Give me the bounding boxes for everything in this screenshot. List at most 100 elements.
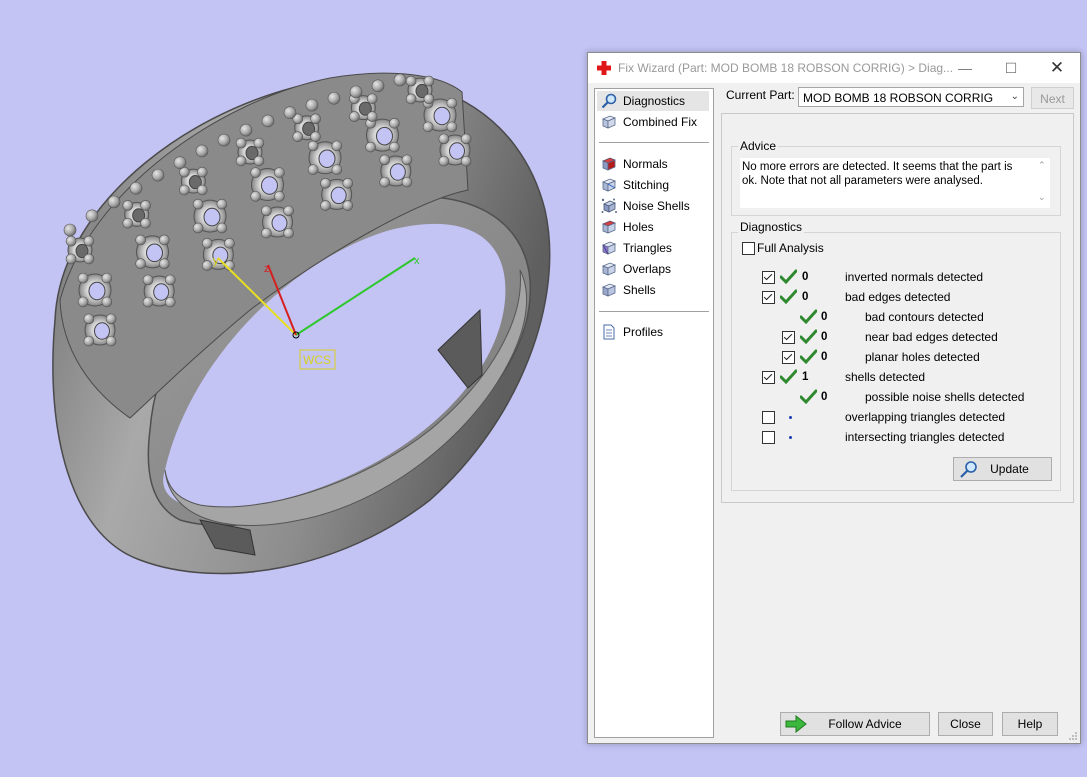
full-analysis-checkbox[interactable] xyxy=(742,242,755,255)
magnifier-icon xyxy=(601,93,617,109)
nav-item-stitching[interactable]: Stitching xyxy=(597,175,709,195)
scroll-up-icon[interactable]: ⌃ xyxy=(1038,160,1046,171)
bead xyxy=(274,191,285,202)
bead xyxy=(261,205,272,217)
nav-item-combined-fix[interactable]: Combined Fix xyxy=(597,112,709,132)
bead xyxy=(235,155,247,167)
bad-edges-checkbox[interactable] xyxy=(762,291,775,304)
nav-item-shells[interactable]: Shells xyxy=(597,280,709,300)
bead xyxy=(224,237,235,249)
bead xyxy=(173,156,187,169)
resize-grip-icon[interactable] xyxy=(1068,731,1078,741)
bead xyxy=(63,223,77,237)
noise-shells-icon xyxy=(601,198,617,213)
overlaps-cube-icon xyxy=(601,262,617,276)
intersecting-triangles-checkbox[interactable] xyxy=(762,431,775,444)
next-button[interactable]: Next xyxy=(1031,87,1074,109)
nav-label: Normals xyxy=(623,157,668,171)
inverted-normals-checkbox[interactable] xyxy=(762,271,775,284)
overlapping-triangles-checkbox[interactable] xyxy=(762,411,775,424)
close-window-button[interactable]: ✕ xyxy=(1034,53,1080,83)
planar-holes-checkbox[interactable] xyxy=(782,351,795,364)
shells-cube-icon xyxy=(601,283,617,297)
nav-item-normals[interactable]: Normals xyxy=(597,154,709,174)
diag-label: inverted normals detected xyxy=(845,270,984,284)
gem-hole xyxy=(389,163,406,181)
bead xyxy=(253,155,265,167)
document-icon xyxy=(603,324,615,340)
bead xyxy=(460,133,472,145)
wizard-nav: Diagnostics Combined Fix Normals Stitchi… xyxy=(594,88,714,738)
gem-hole xyxy=(203,207,221,227)
nav-item-triangles[interactable]: Triangles xyxy=(597,238,709,258)
bead xyxy=(217,133,231,147)
bead xyxy=(151,168,165,182)
bead xyxy=(401,154,413,166)
gem-hole xyxy=(88,281,106,301)
bead xyxy=(274,167,285,178)
minimize-button[interactable]: — xyxy=(942,53,988,83)
bead xyxy=(195,144,209,158)
gem-hole xyxy=(271,214,288,232)
bead xyxy=(283,205,294,217)
bead xyxy=(366,111,378,122)
nav-label: Combined Fix xyxy=(623,115,698,129)
bead xyxy=(250,191,261,202)
maximize-button[interactable]: ☐ xyxy=(988,53,1034,83)
nav-label: Profiles xyxy=(623,325,664,339)
bead xyxy=(305,98,319,112)
follow-advice-button[interactable]: Follow Advice xyxy=(780,712,930,736)
triangles-cube-icon xyxy=(601,241,617,255)
bead xyxy=(159,258,170,270)
bead xyxy=(77,296,89,308)
diag-label: near bad edges detected xyxy=(865,330,998,344)
bead xyxy=(196,166,208,178)
window-title: Fix Wizard (Part: MOD BOMB 18 ROBSON COR… xyxy=(618,61,954,75)
advice-textbox[interactable]: No more errors are detected. It seems th… xyxy=(740,158,1050,208)
update-label: Update xyxy=(990,462,1029,476)
update-button[interactable]: Update xyxy=(953,457,1052,481)
bead xyxy=(105,313,117,325)
chevron-down-icon: ⌄ xyxy=(1010,91,1019,102)
advice-scrollbar[interactable]: ⌃ ⌄ xyxy=(1036,158,1050,208)
bead xyxy=(283,227,294,239)
bead xyxy=(142,274,154,286)
diag-count: 0 xyxy=(821,331,828,343)
stitching-cube-icon xyxy=(601,178,617,192)
scroll-down-icon[interactable]: ⌄ xyxy=(1038,192,1046,203)
bead xyxy=(165,296,176,308)
cube-icon xyxy=(601,115,617,129)
close-button[interactable]: Close xyxy=(938,712,993,736)
bead xyxy=(405,93,417,105)
bead xyxy=(253,137,265,149)
bead xyxy=(101,296,113,308)
bead xyxy=(83,253,95,265)
current-part-label: Current Part: xyxy=(726,88,795,102)
nav-item-diagnostics[interactable]: Diagnostics xyxy=(597,91,709,111)
bead xyxy=(405,75,417,87)
bead xyxy=(83,235,95,247)
bead xyxy=(201,237,213,249)
gem-hole xyxy=(376,126,393,146)
nav-label: Shells xyxy=(623,283,656,297)
not-analysed-dot-icon xyxy=(789,436,792,439)
nav-item-noise-shells[interactable]: Noise Shells xyxy=(597,196,709,216)
help-button[interactable]: Help xyxy=(1002,712,1058,736)
check-mark-icon xyxy=(800,389,817,404)
current-part-select[interactable]: MOD BOMB 18 ROBSON CORRIG ⌄ xyxy=(798,87,1024,107)
bead xyxy=(422,121,434,133)
diag-label: overlapping triangles detected xyxy=(845,410,1006,424)
title-bar[interactable]: Fix Wizard (Part: MOD BOMB 18 ROBSON COR… xyxy=(588,53,1080,83)
nav-divider xyxy=(599,142,709,143)
diag-label: intersecting triangles detected xyxy=(845,430,1005,444)
nav-divider xyxy=(599,311,709,312)
shells-checkbox[interactable] xyxy=(762,371,775,384)
nav-item-profiles[interactable]: Profiles xyxy=(597,322,709,342)
near-bad-edges-checkbox[interactable] xyxy=(782,331,795,344)
bead xyxy=(107,195,121,209)
not-analysed-dot-icon xyxy=(789,416,792,419)
nav-item-holes[interactable]: Holes xyxy=(597,217,709,237)
current-part-value: MOD BOMB 18 ROBSON CORRIG xyxy=(803,91,994,105)
bead xyxy=(135,258,146,270)
nav-item-overlaps[interactable]: Overlaps xyxy=(597,259,709,279)
